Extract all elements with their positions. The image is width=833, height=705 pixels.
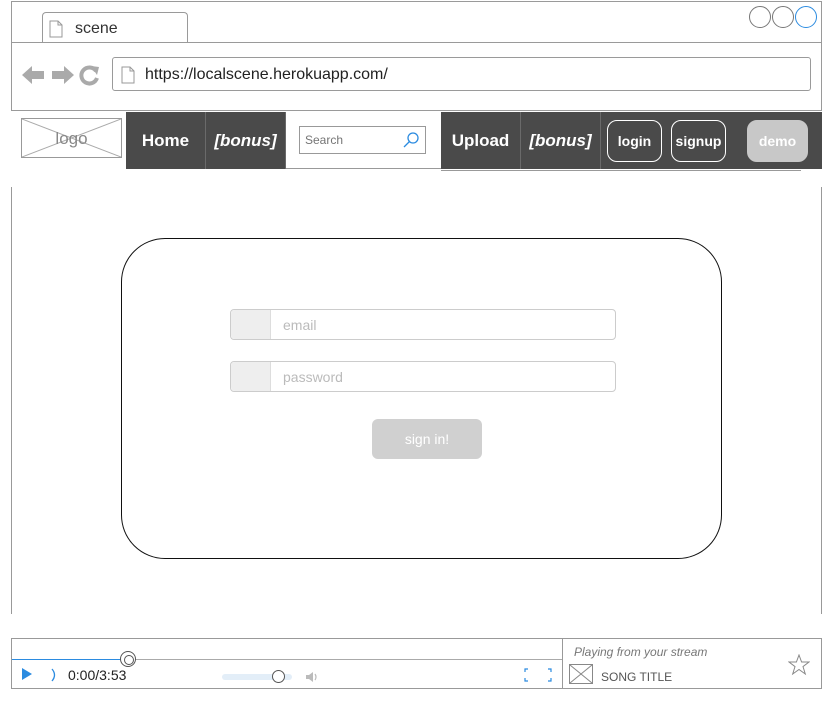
- time-display: 0:00/3:53: [68, 667, 127, 683]
- nav-bonus-left[interactable]: [bonus]: [206, 112, 286, 169]
- progress-handle[interactable]: [119, 651, 136, 667]
- play-icon[interactable]: [21, 667, 33, 686]
- nav-home[interactable]: Home: [126, 112, 206, 169]
- page-icon: [121, 66, 135, 84]
- browser-nav-buttons: [22, 64, 100, 86]
- sign-in-button[interactable]: sign in!: [372, 419, 482, 459]
- search-input[interactable]: [300, 127, 400, 153]
- login-card: sign in!: [121, 238, 722, 559]
- song-thumbnail: [569, 664, 593, 684]
- audio-player: 0:00/3:53 Playing from your stream SONG …: [11, 638, 822, 689]
- volume-icon[interactable]: [304, 669, 320, 690]
- volume-slider-handle[interactable]: [272, 670, 285, 683]
- stream-label: Playing from your stream: [574, 645, 708, 659]
- search-icon[interactable]: [402, 131, 420, 154]
- login-button[interactable]: login: [607, 120, 662, 162]
- nav-right-group: Upload [bonus] login signup demo: [441, 112, 822, 169]
- password-input[interactable]: [273, 362, 613, 391]
- url-bar[interactable]: https://localscene.herokuapp.com/: [112, 57, 811, 91]
- page-icon: [49, 20, 63, 38]
- tab-title: scene: [75, 20, 118, 37]
- fullscreen-icon[interactable]: [524, 668, 552, 687]
- window-control-circle[interactable]: [795, 6, 817, 28]
- progress-fill: [12, 659, 128, 660]
- nav-upload[interactable]: Upload: [441, 112, 521, 169]
- content-left-border: [11, 187, 12, 614]
- url-text: https://localscene.herokuapp.com/: [145, 66, 388, 83]
- back-arrow-icon[interactable]: [22, 64, 46, 86]
- signup-button[interactable]: signup: [671, 120, 726, 162]
- song-title: SONG TITLE: [601, 670, 673, 684]
- password-field-addon: [231, 362, 271, 391]
- content-right-border: [821, 187, 822, 614]
- site-navbar: logo Home [bonus] Upload [bonus] login s…: [11, 112, 822, 172]
- window-control-circle[interactable]: [749, 6, 771, 28]
- email-field: [230, 309, 616, 340]
- volume-icon[interactable]: [50, 667, 58, 688]
- tab-strip-divider: [12, 42, 821, 43]
- nav-left-group: Home [bonus]: [126, 112, 286, 169]
- star-icon[interactable]: [787, 653, 811, 681]
- logo[interactable]: logo: [21, 118, 122, 158]
- reload-icon[interactable]: [78, 64, 100, 86]
- nav-bonus-right[interactable]: [bonus]: [521, 112, 601, 169]
- player-divider: [562, 639, 563, 689]
- search-box: [299, 126, 426, 154]
- window-control-circle[interactable]: [772, 6, 794, 28]
- email-input[interactable]: [273, 310, 613, 339]
- forward-arrow-icon[interactable]: [50, 64, 74, 86]
- logo-label: logo: [55, 129, 88, 148]
- password-field: [230, 361, 616, 392]
- window-controls: [749, 6, 817, 28]
- search-area: [286, 112, 441, 169]
- demo-button[interactable]: demo: [747, 120, 808, 162]
- email-field-addon: [231, 310, 271, 339]
- browser-tab[interactable]: scene: [42, 12, 188, 43]
- nav-underline: [441, 170, 801, 171]
- browser-window: scene https://localscene.herokuapp.com/: [11, 1, 822, 111]
